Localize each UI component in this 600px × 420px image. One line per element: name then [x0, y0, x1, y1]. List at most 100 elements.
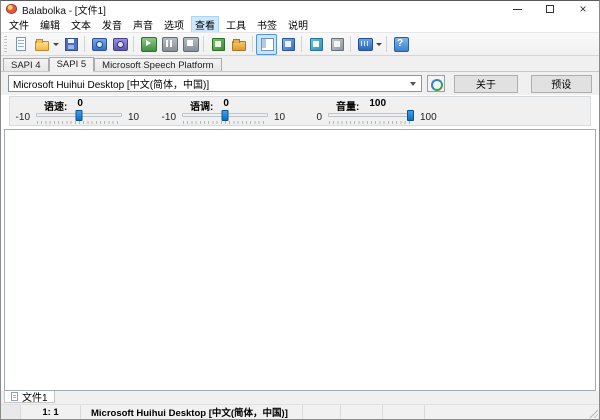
maximize-button[interactable]	[539, 1, 561, 17]
about-voice-button[interactable]: 关于	[454, 75, 517, 93]
pause-icon	[161, 36, 177, 52]
rate-slider-thumb[interactable]	[76, 110, 83, 121]
help-icon	[393, 36, 409, 52]
voice-row: Microsoft Huihui Desktop [中文(简体，中国)] 关于 …	[1, 72, 599, 95]
convert-audio-button[interactable]	[109, 34, 130, 55]
title-bar: Balabolka - [文件1] ×	[1, 1, 599, 17]
compare-text-button[interactable]	[305, 34, 326, 55]
status-pane	[425, 405, 599, 419]
document-tab-label: 文件1	[22, 389, 48, 404]
voice-select[interactable]: Microsoft Huihui Desktop [中文(简体，中国)]	[8, 75, 422, 92]
document-icon	[11, 392, 18, 401]
menu-item-help[interactable]: 说明	[284, 16, 312, 33]
gray-book-icon	[329, 36, 345, 52]
window-controls: ×	[495, 1, 594, 17]
pitch-slider[interactable]	[182, 110, 268, 124]
app-window: Balabolka - [文件1] × 文件 编辑 文本 发音 声音 选项 查看…	[0, 0, 600, 420]
status-pane	[383, 405, 425, 419]
open-text-button[interactable]	[207, 34, 228, 55]
text-editor[interactable]	[4, 129, 596, 391]
document-tab-file1[interactable]: 文件1	[4, 391, 55, 403]
rate-min-label: -10	[14, 112, 36, 123]
audio-file-icon	[91, 36, 107, 52]
engine-tab-bar: SAPI 4 SAPI 5 Microsoft Speech Platform	[1, 56, 599, 72]
voice-switch-button[interactable]	[354, 34, 375, 55]
pitch-slider-group: 语调: 0 -10 10	[160, 98, 294, 124]
rate-max-label: 10	[122, 112, 148, 123]
pause-button[interactable]	[158, 34, 179, 55]
maximize-icon	[546, 5, 554, 13]
teal-book-icon	[308, 36, 324, 52]
minimize-icon	[513, 9, 522, 10]
voice-parameters-panel: 语速: 0 -10 10 语调: 0 -10 10	[9, 96, 591, 126]
chevron-down-icon	[53, 43, 59, 46]
toolbar-grip[interactable]	[4, 36, 7, 52]
minimize-button[interactable]	[506, 1, 528, 17]
toolbar-separator	[301, 36, 302, 52]
combo-chevron-icon[interactable]	[409, 82, 417, 86]
read-book-button[interactable]	[326, 34, 347, 55]
pitch-slider-thumb[interactable]	[222, 110, 229, 121]
voice-select-value: Microsoft Huihui Desktop [中文(简体，中国)]	[13, 76, 409, 91]
rate-slider[interactable]	[36, 110, 122, 124]
status-voice-name: Microsoft Huihui Desktop [中文(简体，中国)]	[81, 405, 303, 419]
close-button[interactable]: ×	[572, 1, 594, 17]
tab-sapi5[interactable]: SAPI 5	[49, 57, 95, 72]
audio-convert-icon	[112, 36, 128, 52]
toolbar-separator	[252, 36, 253, 52]
play-button[interactable]	[137, 34, 158, 55]
blue-book-icon	[280, 36, 296, 52]
menu-item-bookmarks[interactable]: 书签	[253, 16, 281, 33]
menu-item-tools[interactable]: 工具	[222, 16, 250, 33]
volume-max-label: 100	[414, 112, 440, 123]
toolbar	[1, 32, 599, 56]
voice-icon	[357, 36, 373, 52]
tab-microsoft-speech-platform[interactable]: Microsoft Speech Platform	[94, 58, 221, 71]
document-tab-bar: 文件1	[1, 391, 599, 404]
menu-item-voice[interactable]: 声音	[129, 16, 157, 33]
chevron-down-icon	[376, 43, 382, 46]
status-pane	[341, 405, 383, 419]
panel-toggle-button[interactable]	[256, 34, 277, 55]
save-button[interactable]	[60, 34, 81, 55]
new-document-button[interactable]	[10, 34, 31, 55]
menu-item-edit[interactable]: 编辑	[36, 16, 64, 33]
help-button[interactable]	[390, 34, 411, 55]
floppy-disk-icon	[63, 36, 79, 52]
panel-icon	[259, 36, 275, 52]
open-file-button[interactable]	[31, 34, 52, 55]
save-audio-button[interactable]	[88, 34, 109, 55]
dictionary-button[interactable]	[277, 34, 298, 55]
pitch-max-label: 10	[268, 112, 294, 123]
toolbar-separator	[386, 36, 387, 52]
volume-min-label: 0	[306, 112, 328, 123]
app-icon	[6, 4, 17, 14]
menu-item-pronunciation[interactable]: 发音	[98, 16, 126, 33]
open-file-dropdown[interactable]	[52, 34, 60, 55]
stop-icon	[182, 36, 198, 52]
toolbar-separator	[133, 36, 134, 52]
voice-switch-dropdown[interactable]	[375, 34, 383, 55]
volume-slider-thumb[interactable]	[407, 110, 414, 121]
toolbar-separator	[203, 36, 204, 52]
window-title: Balabolka - [文件1]	[22, 2, 495, 17]
volume-slider[interactable]	[328, 110, 414, 124]
rate-slider-group: 语速: 0 -10 10	[14, 98, 148, 124]
preset-button[interactable]: 预设	[531, 75, 592, 93]
menu-item-file[interactable]: 文件	[5, 16, 33, 33]
menu-item-options[interactable]: 选项	[160, 16, 188, 33]
status-pane-mode	[1, 405, 21, 419]
refresh-voices-button[interactable]	[427, 75, 445, 92]
orange-folder-icon	[231, 36, 247, 52]
green-book-icon	[210, 36, 226, 52]
toolbar-separator	[84, 36, 85, 52]
play-icon	[140, 36, 156, 52]
tab-sapi4[interactable]: SAPI 4	[3, 58, 49, 71]
menu-item-text[interactable]: 文本	[67, 16, 95, 33]
menu-item-view[interactable]: 查看	[191, 16, 219, 33]
extract-text-button[interactable]	[228, 34, 249, 55]
menu-bar: 文件 编辑 文本 发音 声音 选项 查看 工具 书签 说明	[1, 17, 599, 32]
status-caret-position: 1: 1	[21, 405, 81, 419]
stop-button[interactable]	[179, 34, 200, 55]
pitch-min-label: -10	[160, 112, 182, 123]
